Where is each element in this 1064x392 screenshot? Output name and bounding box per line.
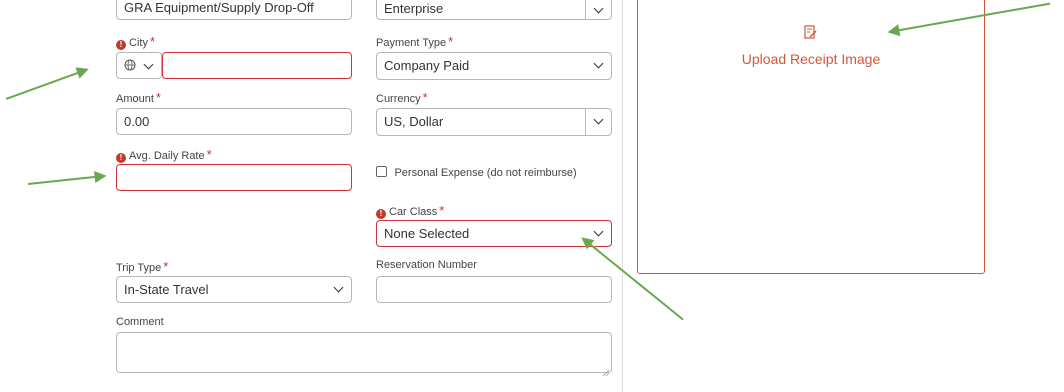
avg-daily-rate-input[interactable] (116, 164, 352, 191)
chevron-down-icon (593, 226, 604, 237)
location-value: GRA Equipment/Supply Drop-Off (124, 0, 314, 15)
payment-type-select[interactable]: Company Paid (376, 52, 612, 80)
upload-receipt-label[interactable]: Upload Receipt Image (638, 51, 984, 67)
currency-label: Currency * (376, 90, 428, 105)
payment-type-value: Company Paid (384, 58, 470, 73)
annotation-arrow (5, 68, 87, 100)
chevron-down-icon (593, 114, 604, 125)
trip-type-select[interactable]: In-State Travel (116, 276, 352, 303)
car-class-label: ! Car Class * (376, 203, 444, 219)
comment-textarea[interactable] (116, 332, 612, 377)
vendor-value: Enterprise (384, 1, 444, 16)
error-icon: ! (376, 209, 386, 219)
avg-daily-rate-label: ! Avg. Daily Rate * (116, 147, 212, 163)
currency-select[interactable]: US, Dollar (376, 108, 612, 136)
reservation-number-input[interactable] (376, 276, 612, 303)
chevron-down-icon (333, 282, 344, 293)
personal-expense-checkbox-row[interactable]: Personal Expense (do not reimburse) (376, 163, 577, 181)
trip-type-value: In-State Travel (124, 282, 209, 297)
error-icon: ! (116, 153, 126, 163)
location-field[interactable]: GRA Equipment/Supply Drop-Off (116, 0, 352, 20)
error-icon: ! (116, 40, 126, 50)
car-class-value: None Selected (384, 226, 470, 241)
resize-handle-icon[interactable] (602, 364, 610, 377)
receipt-upload-panel[interactable]: Upload Receipt Image (637, 0, 985, 274)
currency-value: US, Dollar (384, 114, 444, 129)
personal-expense-label: Personal Expense (do not reimburse) (394, 167, 577, 179)
comment-label: Comment (116, 316, 164, 328)
chevron-down-icon (593, 58, 604, 69)
city-country-picker[interactable] (116, 52, 162, 79)
amount-value: 0.00 (124, 114, 150, 129)
city-input[interactable] (162, 52, 352, 79)
receipt-edit-icon (804, 25, 818, 40)
chevron-down-icon (143, 59, 154, 70)
personal-expense-checkbox[interactable] (376, 166, 387, 177)
car-class-select[interactable]: None Selected (376, 220, 612, 247)
trip-type-label: Trip Type * (116, 259, 169, 274)
globe-icon (124, 59, 136, 71)
chevron-down-icon (593, 3, 604, 14)
reservation-number-label: Reservation Number (376, 259, 477, 271)
city-label: ! City * (116, 34, 155, 50)
payment-type-label: Payment Type * (376, 34, 454, 49)
vendor-select[interactable]: Enterprise (376, 0, 612, 20)
annotation-arrow (27, 175, 104, 185)
panel-divider (622, 0, 623, 392)
amount-label: Amount * (116, 90, 161, 105)
amount-input[interactable]: 0.00 (116, 108, 352, 135)
